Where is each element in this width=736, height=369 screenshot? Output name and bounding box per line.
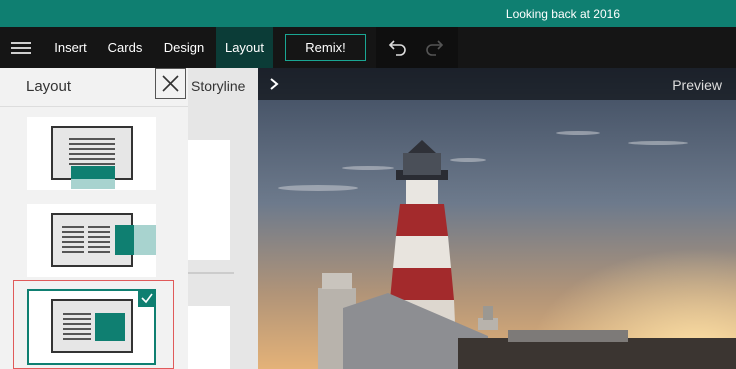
- hamburger-icon[interactable]: [11, 42, 31, 54]
- text-lines: [62, 226, 84, 256]
- close-button[interactable]: [155, 68, 186, 99]
- tab-cards[interactable]: Cards: [101, 27, 149, 68]
- redo-icon[interactable]: [424, 37, 444, 57]
- storyline-card[interactable]: [188, 140, 230, 260]
- layout-option-1[interactable]: [27, 117, 156, 190]
- lighthouse-photo: [258, 68, 736, 369]
- accent-block: [115, 225, 134, 255]
- image-block: [95, 313, 125, 341]
- tab-design[interactable]: Design: [158, 27, 210, 68]
- tab-layout[interactable]: Layout: [216, 27, 273, 68]
- storyline-card[interactable]: [188, 306, 230, 369]
- layout-option-3[interactable]: [27, 289, 156, 365]
- chevron-right-icon[interactable]: [268, 78, 280, 90]
- text-lines: [69, 138, 115, 168]
- toolbar: Insert Cards Design Layout Remix!: [0, 27, 736, 68]
- divider: [188, 272, 234, 274]
- document-title: Looking back at 2016: [505, 7, 620, 21]
- panel-title: Layout: [26, 78, 72, 95]
- checkmark-icon: [141, 293, 153, 304]
- accent-shadow: [71, 179, 115, 189]
- text-lines: [63, 313, 91, 343]
- layout-option-2[interactable]: [27, 204, 156, 277]
- accent-shadow: [134, 225, 156, 255]
- preview-canvas[interactable]: [258, 68, 736, 369]
- checkmark-badge: [138, 289, 156, 307]
- tab-insert[interactable]: Insert: [47, 27, 94, 68]
- layout-panel: Layout: [0, 68, 188, 369]
- storyline-label: Storyline: [191, 78, 246, 94]
- title-bar: Looking back at 2016: [0, 0, 736, 27]
- remix-button[interactable]: Remix!: [285, 34, 366, 61]
- close-icon: [162, 75, 179, 92]
- text-lines: [88, 226, 110, 256]
- divider: [0, 106, 188, 107]
- undo-icon[interactable]: [388, 37, 408, 57]
- preview-label: Preview: [672, 77, 722, 93]
- preview-header: Preview: [258, 68, 736, 100]
- accent-block: [71, 166, 115, 179]
